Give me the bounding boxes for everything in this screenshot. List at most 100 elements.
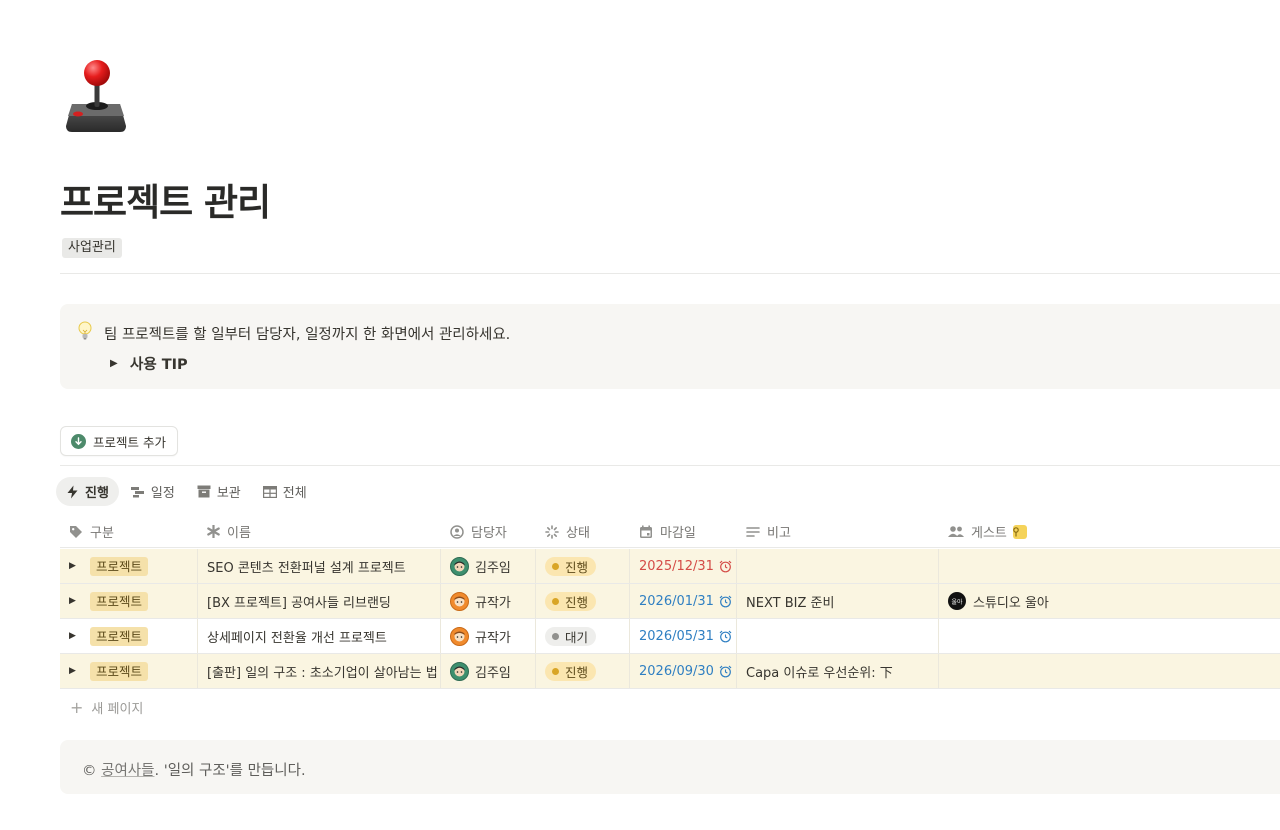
column-header-due[interactable]: 마감일 bbox=[630, 516, 737, 547]
column-header-owner[interactable]: 담당자 bbox=[441, 516, 536, 547]
cell-guest[interactable] bbox=[939, 549, 1280, 583]
cell-note[interactable]: NEXT BIZ 준비 bbox=[737, 584, 939, 618]
avatar bbox=[450, 556, 469, 576]
lightning-icon bbox=[67, 485, 78, 498]
cell-status[interactable]: 진행 bbox=[536, 654, 630, 688]
column-label: 게스트 bbox=[971, 526, 1007, 541]
column-header-name[interactable]: 이름 bbox=[198, 516, 441, 547]
tab-label: 전체 bbox=[282, 486, 307, 501]
triangle-right-icon[interactable]: ▶ bbox=[69, 561, 90, 571]
due-date: 2026/09/30 bbox=[639, 663, 714, 679]
cell-name[interactable]: [BX 프로젝트] 공여사들 리브랜딩 bbox=[198, 584, 441, 618]
table-row[interactable]: ▶ 프로젝트 상세페이지 전환율 개선 프로젝트 규작가 대기 2026/05/… bbox=[60, 619, 1280, 654]
column-label: 비고 bbox=[767, 526, 791, 541]
new-page-button[interactable]: + 새 페이지 bbox=[70, 698, 143, 717]
status-badge: 진행 bbox=[545, 591, 597, 611]
add-project-button[interactable]: 프로젝트 추가 bbox=[60, 426, 178, 456]
footer-text: © 공여사들. '일의 구조'를 만듭니다. bbox=[82, 759, 306, 780]
key-icon bbox=[1012, 524, 1027, 539]
status-label: 진행 bbox=[565, 664, 589, 680]
cell-due[interactable]: 2026/01/31 bbox=[630, 584, 737, 618]
cell-due[interactable]: 2025/12/31 bbox=[630, 549, 737, 583]
cell-name[interactable]: 상세페이지 전환율 개선 프로젝트 bbox=[198, 619, 441, 653]
table-row[interactable]: ▶ 프로젝트 [BX 프로젝트] 공여사들 리브랜딩 규작가 진행 2026/0… bbox=[60, 584, 1280, 619]
page-title: 프로젝트 관리 bbox=[60, 181, 271, 224]
lightbulb-icon bbox=[78, 321, 92, 341]
column-header-guest[interactable]: 게스트 bbox=[939, 516, 1280, 547]
callout-text: 팀 프로젝트를 할 일부터 담당자, 일정까지 한 화면에서 관리하세요. bbox=[104, 327, 511, 343]
cell-category: ▶ 프로젝트 bbox=[60, 584, 198, 618]
tab-archive[interactable]: 보관 bbox=[187, 477, 251, 506]
callout: 팀 프로젝트를 할 일부터 담당자, 일정까지 한 화면에서 관리하세요. ▶ … bbox=[60, 304, 1280, 389]
table-header: 구분 이름 담당자 상태 마감일 비고 게스트 bbox=[60, 516, 1280, 548]
tab-label: 진행 bbox=[85, 486, 109, 501]
alarm-clock-icon bbox=[719, 560, 732, 572]
cell-status[interactable]: 진행 bbox=[536, 584, 630, 618]
text-lines-icon bbox=[746, 526, 760, 537]
person-circle-icon bbox=[450, 524, 464, 539]
footer-callout: © 공여사들. '일의 구조'를 만듭니다. bbox=[60, 740, 1280, 794]
cell-guest[interactable] bbox=[939, 654, 1280, 688]
cell-guest[interactable] bbox=[939, 619, 1280, 653]
tab-progress[interactable]: 진행 bbox=[56, 477, 119, 506]
cell-due[interactable]: 2026/05/31 bbox=[630, 619, 737, 653]
cell-name[interactable]: SEO 콘텐츠 전환퍼널 설계 프로젝트 bbox=[198, 549, 441, 583]
table-row[interactable]: ▶ 프로젝트 SEO 콘텐츠 전환퍼널 설계 프로젝트 김주임 진행 2025/… bbox=[60, 549, 1280, 584]
cell-note[interactable] bbox=[737, 549, 939, 583]
triangle-right-icon[interactable]: ▶ bbox=[69, 631, 90, 641]
cell-owner[interactable]: 김주임 bbox=[441, 549, 536, 583]
plus-icon: + bbox=[70, 698, 84, 717]
alarm-clock-icon bbox=[719, 665, 732, 677]
tab-all[interactable]: 전체 bbox=[253, 477, 317, 506]
view-tabs: 진행 일정 보관 전체 bbox=[56, 477, 319, 506]
cell-status[interactable]: 진행 bbox=[536, 549, 630, 583]
column-label: 이름 bbox=[227, 526, 251, 541]
add-project-label: 프로젝트 추가 bbox=[93, 434, 166, 450]
cell-owner[interactable]: 규작가 bbox=[441, 619, 536, 653]
table-row[interactable]: ▶ 프로젝트 [출판] 일의 구조 : 초소기업이 살아남는 법 김주임 진행 … bbox=[60, 654, 1280, 689]
alarm-clock-icon bbox=[719, 595, 732, 607]
footer-link[interactable]: 공여사들 bbox=[101, 763, 154, 779]
status-label: 진행 bbox=[565, 594, 589, 610]
toggle-sudo-tip[interactable]: ▶ 사용 TIP bbox=[110, 353, 188, 374]
cell-note[interactable] bbox=[737, 619, 939, 653]
cell-due[interactable]: 2026/09/30 bbox=[630, 654, 737, 688]
footer-suffix: . '일의 구조'를 만듭니다. bbox=[154, 763, 306, 779]
cell-category: ▶ 프로젝트 bbox=[60, 549, 198, 583]
column-header-status[interactable]: 상태 bbox=[536, 516, 630, 547]
cell-owner[interactable]: 김주임 bbox=[441, 654, 536, 688]
calendar-icon bbox=[640, 525, 652, 538]
column-label: 상태 bbox=[566, 526, 590, 541]
page-tag[interactable]: 사업관리 bbox=[62, 238, 122, 258]
tab-schedule[interactable]: 일정 bbox=[121, 477, 185, 506]
owner-name: 규작가 bbox=[475, 595, 511, 611]
toggle-label: 사용 TIP bbox=[130, 357, 188, 373]
cell-category: ▶ 프로젝트 bbox=[60, 619, 198, 653]
cell-owner[interactable]: 규작가 bbox=[441, 584, 536, 618]
cell-guest[interactable]: 울아 스튜디오 울아 bbox=[939, 584, 1280, 618]
people-icon bbox=[948, 526, 964, 537]
category-tag: 프로젝트 bbox=[90, 626, 149, 646]
owner-name: 규작가 bbox=[475, 630, 511, 646]
triangle-right-icon[interactable]: ▶ bbox=[110, 358, 122, 369]
triangle-right-icon[interactable]: ▶ bbox=[69, 596, 90, 606]
divider bbox=[60, 273, 1280, 274]
table-icon bbox=[262, 485, 277, 498]
tag-icon bbox=[70, 525, 82, 538]
column-label: 구분 bbox=[90, 526, 114, 541]
column-header-category[interactable]: 구분 bbox=[60, 516, 198, 547]
asterisk-icon bbox=[207, 525, 220, 538]
cell-name[interactable]: [출판] 일의 구조 : 초소기업이 살아남는 법 bbox=[198, 654, 441, 688]
avatar bbox=[450, 591, 469, 611]
cell-note[interactable]: Capa 이슈로 우선순위: 下 bbox=[737, 654, 939, 688]
category-tag: 프로젝트 bbox=[90, 556, 149, 576]
guest-name: 스튜디오 울아 bbox=[973, 595, 1049, 611]
cell-status[interactable]: 대기 bbox=[536, 619, 630, 653]
status-label: 대기 bbox=[565, 629, 589, 645]
tab-label: 보관 bbox=[216, 486, 241, 501]
category-tag: 프로젝트 bbox=[90, 591, 149, 611]
status-badge: 진행 bbox=[545, 661, 597, 681]
column-header-note[interactable]: 비고 bbox=[737, 516, 939, 547]
joystick-icon[interactable] bbox=[64, 58, 134, 136]
triangle-right-icon[interactable]: ▶ bbox=[69, 666, 90, 676]
